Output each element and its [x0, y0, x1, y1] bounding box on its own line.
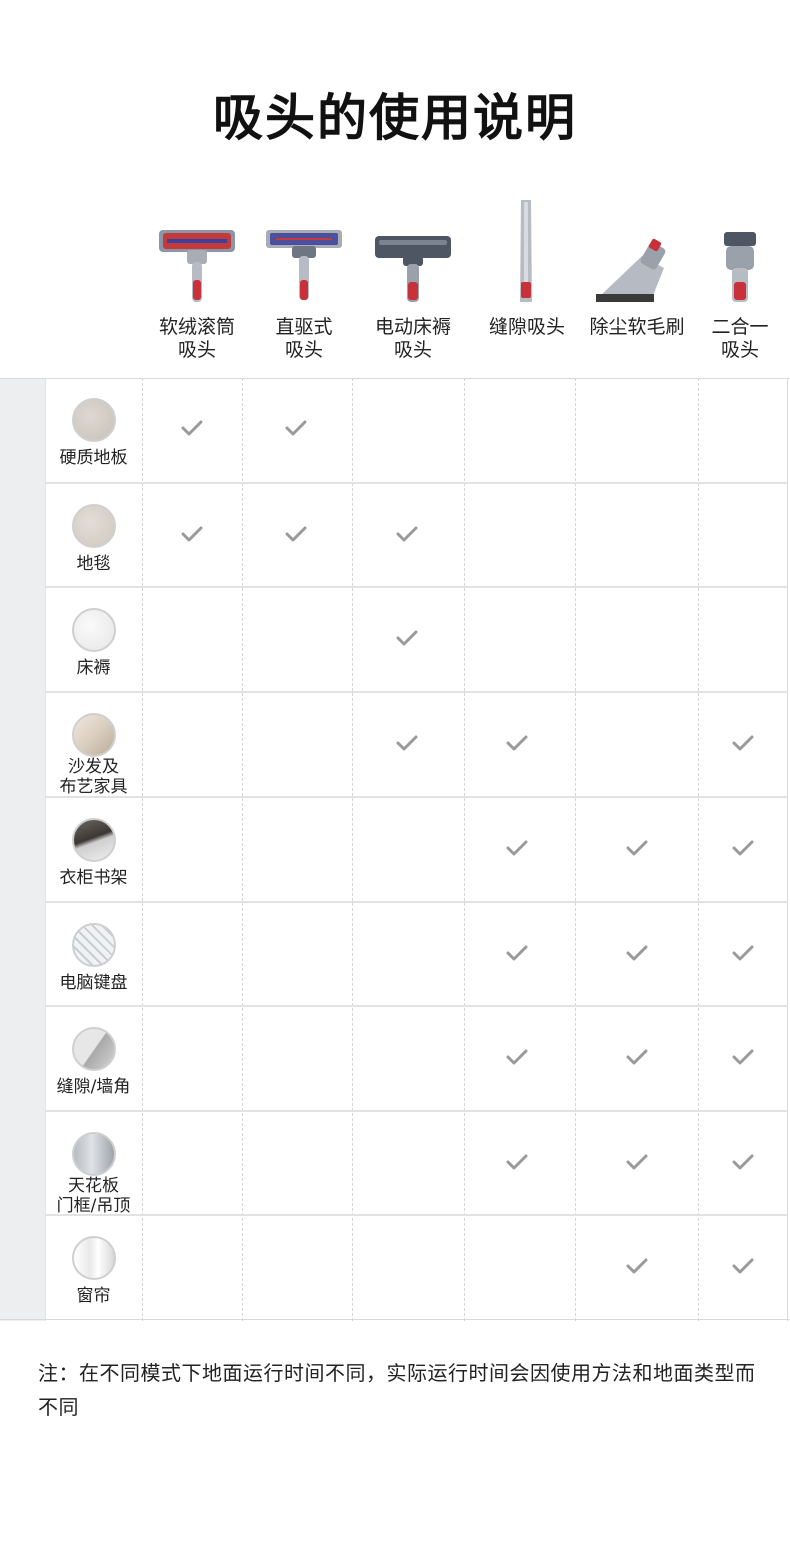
checkmark-icon	[626, 1257, 648, 1275]
checkmark-icon	[732, 1048, 754, 1066]
wall-corner-icon	[71, 1027, 116, 1071]
checkmark-icon	[626, 1153, 648, 1171]
table-row: 衣柜书架	[45, 798, 788, 901]
checkmark-icon	[732, 1257, 754, 1275]
surface-label: 地毯	[76, 554, 111, 574]
checkmark-icon	[396, 629, 418, 647]
sofa-icon	[71, 713, 116, 757]
surface-label: 天花板 门框/吊顶	[56, 1176, 131, 1216]
compatibility-table: 硬质地板地毯床褥沙发及 布艺家具衣柜书架电脑键盘缝隙/墙角天花板 门框/吊顶窗帘	[0, 378, 790, 1321]
tool-label: 软绒滚筒 吸头	[158, 316, 235, 361]
table-row: 床褥	[45, 588, 788, 691]
soft-dusting-brush-icon	[582, 192, 692, 304]
surface-label: 沙发及 布艺家具	[59, 757, 128, 797]
direct-drive-head-icon	[256, 192, 352, 304]
surface-cell: 硬质地板	[45, 378, 142, 481]
surface-cell: 电脑键盘	[45, 903, 142, 1006]
tool-label: 电动床褥 吸头	[374, 316, 451, 361]
fluffy-roller-head-icon	[149, 192, 245, 304]
table-row: 缝隙/墙角	[45, 1007, 788, 1110]
checkmark-icon	[396, 525, 418, 543]
checkmark-icon	[506, 734, 528, 752]
checkmark-icon	[181, 525, 203, 543]
surface-cell: 天花板 门框/吊顶	[45, 1112, 142, 1216]
checkmark-icon	[732, 839, 754, 857]
curtain-icon	[71, 1236, 116, 1280]
tool-label: 二合一 吸头	[711, 316, 769, 361]
checkmark-icon	[732, 944, 754, 962]
checkmark-icon	[506, 944, 528, 962]
mini-motorized-head-icon	[365, 192, 461, 304]
footnote: 注：在不同模式下地面运行时间不同，实际运行时间会因使用方法和地面类型而不同	[38, 1361, 756, 1419]
surface-label: 电脑键盘	[59, 973, 128, 993]
checkmark-icon	[506, 1048, 528, 1066]
carpet-icon	[71, 504, 116, 548]
surface-label: 硬质地板	[59, 448, 128, 468]
surface-label: 缝隙/墙角	[56, 1077, 131, 1097]
tool-label: 直驱式 吸头	[275, 316, 333, 361]
surface-label: 衣柜书架	[59, 868, 128, 888]
checkmark-icon	[626, 1048, 648, 1066]
table-row: 电脑键盘	[45, 903, 788, 1006]
checkmark-icon	[626, 944, 648, 962]
surface-label: 窗帘	[76, 1286, 111, 1306]
table-row: 沙发及 布艺家具	[45, 693, 788, 797]
table-row: 硬质地板	[45, 378, 788, 481]
checkmark-icon	[626, 839, 648, 857]
surface-cell: 地毯	[45, 484, 142, 587]
table-row: 天花板 门框/吊顶	[45, 1112, 788, 1216]
ceiling-icon	[71, 1132, 116, 1176]
checkmark-icon	[396, 734, 418, 752]
surface-cell: 床褥	[45, 588, 142, 691]
mattress-icon	[71, 608, 116, 652]
wardrobe-icon	[71, 818, 116, 862]
combination-tool-icon	[700, 192, 780, 304]
checkmark-icon	[732, 1153, 754, 1171]
surface-cell: 沙发及 布艺家具	[45, 693, 142, 797]
checkmark-icon	[506, 839, 528, 857]
hard-floor-icon	[71, 398, 116, 442]
checkmark-icon	[285, 525, 307, 543]
keyboard-icon	[71, 923, 116, 967]
checkmark-icon	[506, 1153, 528, 1171]
surface-cell: 衣柜书架	[45, 798, 142, 901]
table-row: 地毯	[45, 484, 788, 587]
surface-label: 床褥	[76, 658, 111, 678]
page-title: 吸头的使用说明	[213, 89, 577, 147]
table-bottom-border	[0, 1319, 790, 1320]
surface-cell: 窗帘	[45, 1216, 142, 1319]
checkmark-icon	[732, 734, 754, 752]
tool-label: 缝隙吸头	[488, 316, 565, 338]
table-row: 窗帘	[45, 1216, 788, 1319]
checkmark-icon	[285, 419, 307, 437]
checkmark-icon	[181, 419, 203, 437]
tool-label: 除尘软毛刷	[589, 316, 685, 338]
surface-cell: 缝隙/墙角	[45, 1007, 142, 1110]
crevice-tool-icon	[479, 192, 575, 304]
